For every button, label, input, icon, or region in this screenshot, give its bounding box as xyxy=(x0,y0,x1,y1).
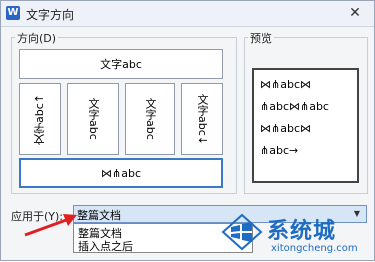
direction-asian-horizontal-option[interactable]: ⋈⋔abc xyxy=(19,158,223,188)
wps-app-icon: W xyxy=(6,6,20,20)
text-direction-dialog: W 文字方向 ✕ 方向(D) 文字abc 文字abc↑ 文字abc 文字abc … xyxy=(0,0,375,261)
preview-box: ⋈⋔abc⋈ ⋔abc⋈⋔abc ⋈⋔abc⋈ ⋔abc→ xyxy=(252,68,359,183)
apply-to-value: 整篇文档 xyxy=(77,209,121,222)
watermark: 系统城 xitongcheng.com xyxy=(219,201,375,262)
close-button[interactable]: ✕ xyxy=(346,4,364,22)
option-text: 文字abc xyxy=(144,98,157,140)
apply-to-label: 应用于(Y): xyxy=(11,210,64,223)
dialog-title: 文字方向 xyxy=(26,8,75,22)
preview-line: ⋔abc⋈⋔abc xyxy=(260,100,329,113)
dropdown-item-after-cursor[interactable]: 插入点之后 xyxy=(78,238,133,254)
option-text: ⋈⋔abc xyxy=(101,166,141,180)
preview-group-label: 预览 xyxy=(248,30,274,46)
direction-vertical-stacked-option[interactable]: 文字abc xyxy=(67,83,119,155)
option-text: 文字abc↑ xyxy=(33,93,46,145)
option-text: 文字abc xyxy=(100,58,142,71)
watermark-name: 系统城 xyxy=(267,219,337,244)
direction-vertical-rotated-option[interactable]: 文字abc xyxy=(125,83,175,155)
direction-vertical-down-option[interactable]: 文字abc↓ xyxy=(181,83,223,155)
option-text: 文字abc xyxy=(87,98,100,140)
direction-group-label: 方向(D) xyxy=(15,30,59,46)
watermark-site: xitongcheng.com xyxy=(271,243,358,254)
preview-line: ⋔abc→ xyxy=(260,144,299,157)
windows-logo-icon xyxy=(221,213,263,251)
title-bar: W 文字方向 ✕ xyxy=(1,1,374,27)
preview-line: ⋈⋔abc⋈ xyxy=(260,122,311,135)
direction-horizontal-option[interactable]: 文字abc xyxy=(19,49,223,79)
option-text: 文字abc↓ xyxy=(196,93,209,145)
preview-line: ⋈⋔abc⋈ xyxy=(260,78,311,91)
direction-vertical-up-option[interactable]: 文字abc↑ xyxy=(19,83,61,155)
